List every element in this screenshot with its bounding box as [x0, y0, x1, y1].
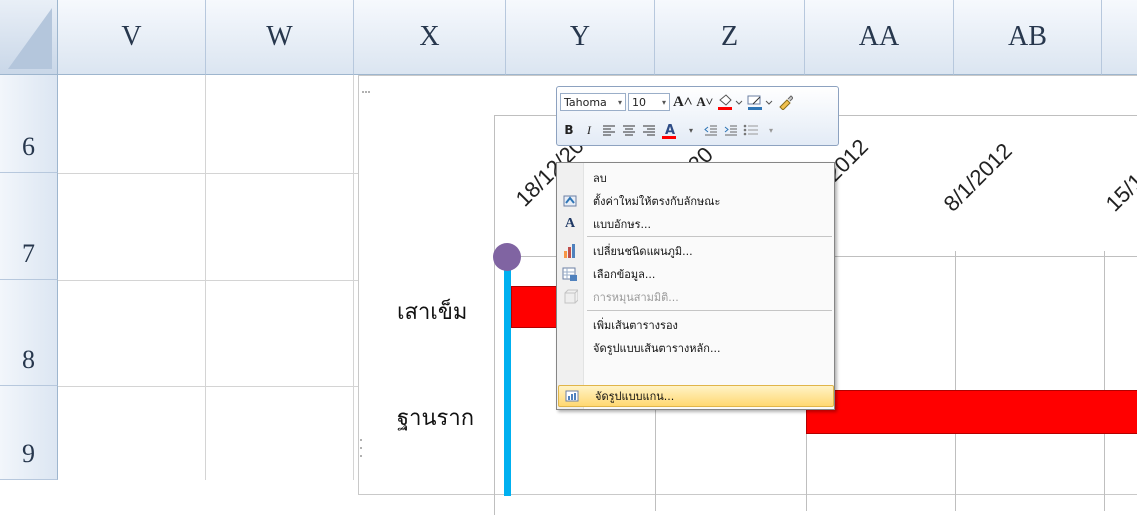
column-header-v[interactable]: V	[58, 0, 206, 75]
pen-icon	[747, 95, 773, 110]
column-header-ab[interactable]: AB	[954, 0, 1102, 75]
menu-item-delete[interactable]: ลบ	[557, 167, 834, 189]
font-icon: A	[564, 216, 576, 231]
row-header-8[interactable]: 8	[0, 280, 58, 386]
font-size-value: 10	[632, 95, 646, 109]
row-header-9[interactable]: 9	[0, 386, 58, 480]
column-header-y[interactable]: Y	[506, 0, 655, 75]
category-label-foundation: ฐานราก	[397, 406, 475, 431]
menu-item-font[interactable]: A แบบอักษร...	[557, 213, 834, 235]
format-painter-icon	[779, 95, 794, 110]
menu-item-label: การหมุนสามมิติ...	[593, 291, 679, 304]
grow-font-button[interactable]: A˄	[672, 93, 693, 111]
column-header-aa[interactable]: AA	[805, 0, 954, 75]
select-all-triangle-icon	[8, 8, 52, 69]
menu-item-format-axis[interactable]: จัดรูปแบบแกน...	[558, 385, 834, 407]
format-painter-button[interactable]	[776, 93, 794, 111]
select-data-icon	[557, 266, 583, 282]
menu-item-label: แบบอักษร...	[593, 218, 651, 231]
menu-item-label: จัดรูปแบบเส้นตารางหลัก...	[593, 342, 721, 355]
date-axis-label: 15/1	[1100, 168, 1137, 217]
chart-type-icon	[557, 243, 583, 259]
menu-item-format-major-gridlines[interactable]: จัดรูปแบบเส้นตารางหลัก...	[557, 337, 834, 359]
menu-item-label: จัดรูปแบบแกน...	[595, 390, 675, 403]
select-all-corner[interactable]	[0, 0, 58, 75]
column-header-x[interactable]: X	[354, 0, 506, 75]
column-header-z[interactable]: Z	[655, 0, 805, 75]
align-right-icon	[643, 125, 655, 136]
row-header-7[interactable]: 7	[0, 173, 58, 280]
gantt-bar-foundation[interactable]	[806, 390, 1137, 434]
category-label-pile: เสาเข็ม	[397, 300, 468, 325]
align-right-button[interactable]	[640, 121, 658, 139]
font-name-combo[interactable]: Tahoma ▾	[560, 93, 626, 111]
menu-item-reset-to-match-style[interactable]: ตั้งค่าใหม่ให้ตรงกับลักษณะ	[557, 190, 834, 212]
menu-item-change-chart-type[interactable]: เปลี่ยนชนิดแผนภูมิ...	[557, 240, 834, 262]
bullets-button[interactable]	[742, 121, 760, 139]
chevron-down-icon: ▾	[661, 97, 666, 107]
vertical-gridline	[955, 251, 956, 511]
increase-indent-button[interactable]	[722, 121, 740, 139]
chart-resize-handle[interactable]	[362, 79, 370, 93]
gantt-bar-pile[interactable]	[511, 286, 561, 328]
reset-style-icon	[557, 193, 583, 209]
menu-item-select-data[interactable]: เลือกข้อมูล...	[557, 263, 834, 285]
font-size-combo[interactable]: 10 ▾	[628, 93, 670, 111]
align-center-icon	[623, 125, 635, 136]
context-menu: ลบ ตั้งค่าใหม่ให้ตรงกับลักษณะ A แบบอักษร…	[556, 162, 835, 410]
column-header-w[interactable]: W	[206, 0, 354, 75]
bullets-icon	[743, 124, 758, 136]
menu-item-add-minor-gridlines[interactable]: เพิ่มเส้นตารางรอง	[557, 314, 834, 336]
menu-separator	[587, 236, 832, 237]
align-left-button[interactable]	[600, 121, 618, 139]
fill-bucket-icon	[718, 94, 743, 110]
axis-selection-handle[interactable]	[493, 243, 521, 271]
menu-separator	[587, 310, 832, 311]
grid-line	[205, 75, 206, 480]
increase-indent-icon	[724, 125, 737, 136]
menu-item-label: ตั้งค่าใหม่ให้ตรงกับลักษณะ	[593, 195, 721, 208]
plot-area-left-border	[494, 115, 495, 515]
font-name-value: Tahoma	[564, 95, 607, 109]
shrink-font-button[interactable]: A˅	[695, 93, 714, 111]
mini-toolbar: Tahoma ▾ 10 ▾ A˄ A˅ B I A ▾ ▾	[556, 86, 839, 146]
font-color-swatch	[662, 136, 676, 139]
align-center-button[interactable]	[620, 121, 638, 139]
column-header-ac[interactable]	[1102, 0, 1137, 75]
italic-button[interactable]: I	[580, 121, 598, 139]
line-color-button[interactable]	[746, 93, 774, 111]
vertical-gridline	[1104, 251, 1105, 511]
bold-button[interactable]: B	[560, 121, 578, 139]
category-axis-selected[interactable]	[504, 256, 511, 496]
date-axis-label: 8/1/2012	[938, 138, 1017, 217]
fill-color-button[interactable]	[716, 93, 744, 111]
3d-rotation-icon	[557, 289, 583, 305]
grid-line	[353, 75, 354, 480]
menu-item-label: ลบ	[593, 172, 607, 185]
chevron-down-icon[interactable]: ▾	[762, 121, 780, 139]
menu-item-label: เลือกข้อมูล...	[593, 268, 656, 281]
font-color-button[interactable]: A	[660, 121, 680, 139]
row-header-6[interactable]: 6	[0, 75, 58, 173]
decrease-indent-icon	[704, 125, 717, 136]
format-axis-icon	[559, 388, 585, 404]
align-left-icon	[603, 125, 615, 136]
chevron-down-icon: ▾	[617, 97, 622, 107]
menu-item-label: เพิ่มเส้นตารางรอง	[593, 319, 678, 332]
chevron-down-icon[interactable]: ▾	[682, 121, 700, 139]
menu-item-3d-rotation[interactable]: การหมุนสามมิติ...	[557, 286, 834, 308]
chart-side-handle[interactable]	[359, 436, 363, 460]
menu-item-label: เปลี่ยนชนิดแผนภูมิ...	[593, 245, 693, 258]
decrease-indent-button[interactable]	[702, 121, 720, 139]
